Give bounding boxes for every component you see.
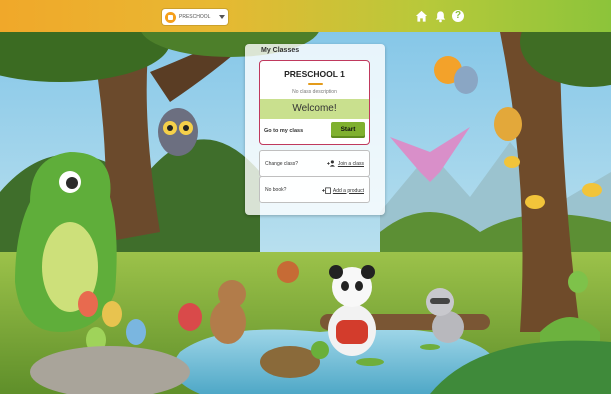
class-selector-label: PRESCHOOL [179, 14, 211, 20]
no-book-label: No book? [265, 187, 287, 193]
join-class-label: Join a class [337, 160, 364, 167]
class-description: No class description [292, 89, 337, 95]
app-window: PRESCHOOL ? My Classes PRESCHOOL 1 No cl… [0, 0, 611, 394]
change-class-row: Change class? Join a class [259, 150, 370, 177]
welcome-banner: Welcome! [260, 99, 369, 119]
start-button[interactable]: Start [331, 122, 365, 138]
bell-icon[interactable] [434, 10, 447, 23]
add-user-icon [327, 160, 335, 167]
help-icon[interactable]: ? [452, 10, 464, 22]
class-selector-dropdown[interactable]: PRESCHOOL [162, 9, 228, 25]
go-to-class-link[interactable]: Go to my class [264, 128, 303, 134]
chevron-down-icon [219, 15, 225, 19]
no-book-row: No book? Add a product [259, 176, 370, 203]
home-icon[interactable] [415, 10, 428, 23]
class-icon [165, 11, 176, 23]
add-book-icon [321, 187, 331, 194]
class-card: PRESCHOOL 1 No class description Welcome… [259, 60, 370, 145]
change-class-label: Change class? [265, 161, 299, 167]
add-product-link[interactable]: Add a product [321, 187, 364, 194]
accent-divider [308, 83, 323, 85]
top-bar: PRESCHOOL ? [0, 0, 611, 32]
add-product-label: Add a product [332, 187, 364, 194]
join-class-link[interactable]: Join a class [327, 160, 364, 167]
panel-title: My Classes [261, 47, 300, 54]
class-name: PRESCHOOL 1 [284, 69, 345, 79]
